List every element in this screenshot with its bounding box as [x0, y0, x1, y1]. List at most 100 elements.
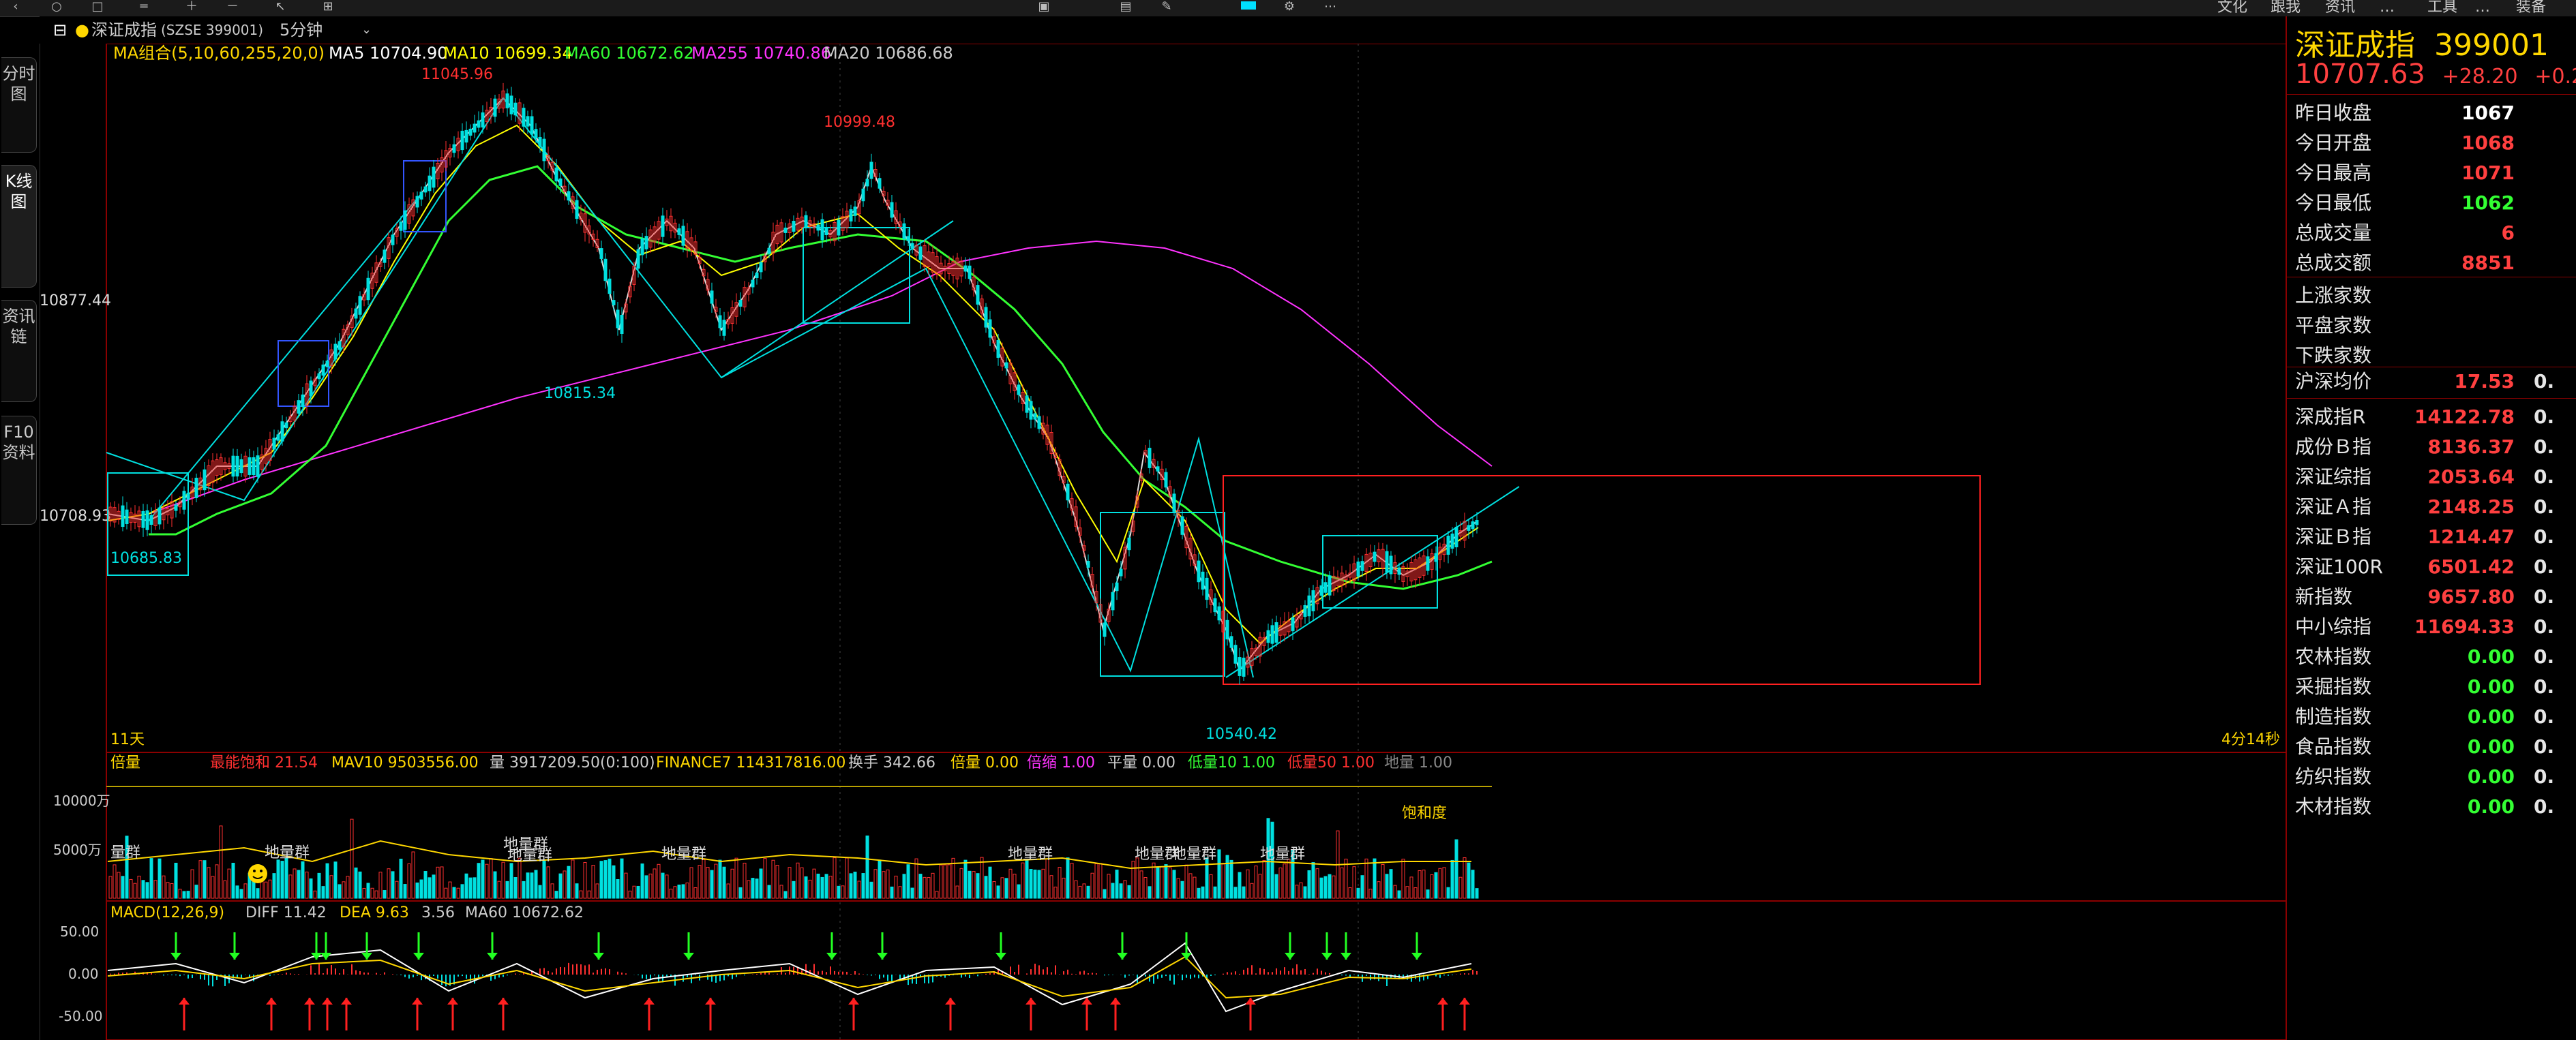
more-icon[interactable]: ⋯: [1323, 0, 1338, 14]
cursor-icon[interactable]: ↖: [273, 0, 288, 14]
volume-bar: [1013, 874, 1017, 899]
volume-bar: [1172, 870, 1176, 899]
volume-bar: [497, 881, 501, 899]
volume-bar: [215, 864, 219, 899]
header-grid-icon[interactable]: ⊟: [53, 16, 67, 44]
indices-row[interactable]: 木材指数 0.00 0.: [2295, 792, 2576, 822]
menu-item-6[interactable]: …: [2475, 0, 2490, 15]
basic-row[interactable]: 今日最低 1062: [2295, 188, 2576, 218]
indices-row[interactable]: 采掘指数 0.00 0.: [2295, 672, 2576, 702]
volume-bar: [493, 871, 497, 899]
candle-body: [1291, 617, 1295, 632]
indices-row[interactable]: 成份Ｂ指 8136.37 0.: [2295, 432, 2576, 462]
volume-bar: [976, 873, 980, 899]
volume-bar: [415, 882, 419, 899]
indices-row[interactable]: 纺织指数 0.00 0.: [2295, 762, 2576, 792]
candle-body: [837, 219, 841, 236]
menu-item-4[interactable]: …: [2380, 0, 2395, 15]
zoom-in-icon[interactable]: ＋: [184, 0, 199, 14]
candle-body: [1201, 571, 1205, 590]
tab-news-chain[interactable]: 资讯链: [1, 300, 37, 402]
candle-body: [530, 116, 534, 135]
candle-body: [358, 296, 362, 315]
indices-row[interactable]: 深证Ａ指 2148.25 0.: [2295, 492, 2576, 522]
volume-bar: [1049, 875, 1053, 899]
draw-line-icon[interactable]: ═: [136, 0, 151, 14]
candle-body: [620, 314, 624, 335]
candle-body: [1446, 536, 1450, 555]
menu-item-2[interactable]: 跟我: [2271, 0, 2301, 15]
volume-bar: [239, 889, 243, 899]
volume-bar: [1090, 872, 1094, 899]
back-icon[interactable]: ‹: [8, 0, 23, 14]
volume-bar: [338, 884, 342, 899]
basic-value: 1062: [2461, 192, 2515, 214]
vol-title[interactable]: 倍量: [110, 754, 140, 771]
macd-title[interactable]: MACD(12,26,9): [110, 904, 224, 921]
menu-item-5[interactable]: 工具: [2427, 0, 2457, 15]
tool-icon[interactable]: □: [90, 0, 105, 14]
zoom-out-icon[interactable]: －: [225, 0, 240, 14]
basic-label: 昨日收盘: [2295, 102, 2372, 124]
kline-chart[interactable]: MA组合(5,10,60,255,20,0) MA5 10704.90 MA10…: [40, 44, 2287, 1040]
highlight-icon[interactable]: [1241, 1, 1256, 10]
basic-row[interactable]: 总成交额 8851: [2295, 248, 2576, 278]
volume-bar: [669, 889, 673, 899]
volume-bar: [1131, 861, 1135, 899]
candle-body: [984, 307, 988, 328]
candle-body: [149, 515, 153, 525]
period-icon[interactable]: ⊞: [320, 0, 335, 14]
volume-bar: [1201, 886, 1205, 899]
volume-bar: [1258, 874, 1262, 899]
basic-row[interactable]: 昨日收盘 1067: [2295, 98, 2576, 128]
chevron-down-icon[interactable]: ⌄: [361, 16, 372, 44]
volume-bar: [526, 872, 530, 899]
indices-row[interactable]: 深证综指 2053.64 0.: [2295, 462, 2576, 492]
note-icon[interactable]: ✎: [1159, 0, 1174, 14]
indices-row[interactable]: 深证100R 6501.42 0.: [2295, 552, 2576, 582]
volume-bar: [1193, 876, 1197, 899]
smiley-icon: [248, 864, 267, 883]
volume-bar: [1401, 859, 1405, 899]
basic-row[interactable]: 总成交量 6: [2295, 218, 2576, 248]
candle-body: [423, 186, 428, 193]
side-price: 10707.63 +28.20 +0.26%: [2295, 59, 2576, 90]
chart-icon[interactable]: ▤: [1118, 0, 1133, 14]
settings-icon[interactable]: ⚙: [1282, 0, 1297, 14]
volume-bar: [792, 881, 796, 899]
breadth-row[interactable]: 平盘家数: [2295, 311, 2576, 341]
candle-body: [145, 510, 149, 530]
basic-row[interactable]: 今日最高 1071: [2295, 158, 2576, 188]
tab-f10[interactable]: F10资料: [1, 416, 37, 525]
volume-bar: [145, 882, 149, 899]
volume-bar: [841, 885, 845, 899]
left-view-tabs: 分时图 K线图 资讯链 F10资料: [0, 37, 40, 1040]
macd-axis-zero: 0.00: [68, 966, 99, 982]
volume-bar: [436, 866, 440, 899]
indices-row[interactable]: 农林指数 0.00 0.: [2295, 642, 2576, 672]
indices-row[interactable]: 深成指R 14122.78 0.: [2295, 402, 2576, 432]
menu-item-7[interactable]: 装备: [2516, 0, 2546, 15]
volume-bar: [1458, 876, 1463, 899]
menu-item-1[interactable]: 文化: [2217, 0, 2247, 15]
indices-row[interactable]: 制造指数 0.00 0.: [2295, 702, 2576, 732]
period-selector[interactable]: 5分钟: [280, 16, 323, 44]
volume-bar: [456, 887, 460, 899]
save-icon[interactable]: ▣: [1036, 0, 1051, 14]
refresh-icon[interactable]: ○: [49, 0, 64, 14]
indices-value2: 0.: [2534, 525, 2555, 548]
volume-bar: [121, 876, 125, 899]
indices-row[interactable]: 深证Ｂ指 1214.47 0.: [2295, 522, 2576, 552]
volume-bar: [444, 887, 448, 899]
indices-row[interactable]: 食品指数 0.00 0.: [2295, 732, 2576, 762]
indices-row[interactable]: 新指数 9657.80 0.: [2295, 582, 2576, 612]
tab-timeshare[interactable]: 分时图: [1, 57, 37, 153]
indices-row[interactable]: 中小综指 11694.33 0.: [2295, 612, 2576, 642]
breadth-row[interactable]: 上涨家数: [2295, 281, 2576, 311]
tab-kline[interactable]: K线图: [1, 165, 37, 288]
candle-body: [1434, 553, 1438, 562]
basic-row[interactable]: 今日开盘 1068: [2295, 128, 2576, 158]
ma-group-label[interactable]: MA组合(5,10,60,255,20,0): [113, 44, 325, 63]
menu-item-3[interactable]: 资讯: [2325, 0, 2355, 15]
volume-bar: [1143, 876, 1148, 899]
